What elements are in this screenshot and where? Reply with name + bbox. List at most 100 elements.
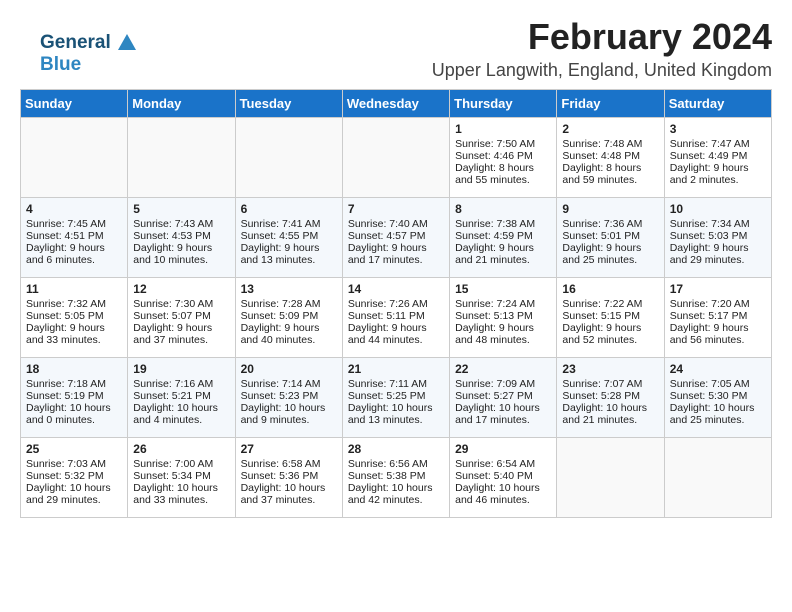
col-monday: Monday <box>128 90 235 118</box>
daylight-text: Daylight: 10 hours and 9 minutes. <box>241 402 337 426</box>
day-number: 10 <box>670 202 766 216</box>
day-number: 4 <box>26 202 122 216</box>
day-number: 24 <box>670 362 766 376</box>
day-number: 15 <box>455 282 551 296</box>
calendar-cell: 20Sunrise: 7:14 AMSunset: 5:23 PMDayligh… <box>235 358 342 438</box>
header-row: Sunday Monday Tuesday Wednesday Thursday… <box>21 90 772 118</box>
daylight-text: Daylight: 10 hours and 17 minutes. <box>455 402 551 426</box>
calendar-cell <box>21 118 128 198</box>
day-number: 16 <box>562 282 658 296</box>
sunset-text: Sunset: 5:27 PM <box>455 390 551 402</box>
calendar-cell: 27Sunrise: 6:58 AMSunset: 5:36 PMDayligh… <box>235 438 342 518</box>
sunset-text: Sunset: 5:01 PM <box>562 230 658 242</box>
sunset-text: Sunset: 5:17 PM <box>670 310 766 322</box>
sunset-text: Sunset: 5:15 PM <box>562 310 658 322</box>
day-number: 27 <box>241 442 337 456</box>
day-number: 3 <box>670 122 766 136</box>
sunset-text: Sunset: 4:53 PM <box>133 230 229 242</box>
daylight-text: Daylight: 9 hours and 44 minutes. <box>348 322 444 346</box>
daylight-text: Daylight: 8 hours and 59 minutes. <box>562 162 658 186</box>
day-number: 9 <box>562 202 658 216</box>
daylight-text: Daylight: 10 hours and 21 minutes. <box>562 402 658 426</box>
sunrise-text: Sunrise: 7:41 AM <box>241 218 337 230</box>
calendar-cell: 14Sunrise: 7:26 AMSunset: 5:11 PMDayligh… <box>342 278 449 358</box>
calendar-body: 1Sunrise: 7:50 AMSunset: 4:46 PMDaylight… <box>21 118 772 518</box>
sunset-text: Sunset: 4:49 PM <box>670 150 766 162</box>
calendar-cell: 21Sunrise: 7:11 AMSunset: 5:25 PMDayligh… <box>342 358 449 438</box>
top-area: General Blue February 2024 Upper Langwit… <box>20 16 772 81</box>
calendar-cell: 16 Sunrise: 7:22 AMSunset: 5:15 PMDayligh… <box>557 278 664 358</box>
daylight-text: Daylight: 10 hours and 4 minutes. <box>133 402 229 426</box>
logo-text: General Blue <box>40 32 138 76</box>
daylight-text: Daylight: 10 hours and 29 minutes. <box>26 482 122 506</box>
calendar-week-1: 1Sunrise: 7:50 AMSunset: 4:46 PMDaylight… <box>21 118 772 198</box>
daylight-text: Daylight: 9 hours and 25 minutes. <box>562 242 658 266</box>
daylight-text: Daylight: 9 hours and 56 minutes. <box>670 322 766 346</box>
sunset-text: Sunset: 5:23 PM <box>241 390 337 402</box>
sunrise-text: Sunrise: 7:50 AM <box>455 138 551 150</box>
col-tuesday: Tuesday <box>235 90 342 118</box>
day-number: 6 <box>241 202 337 216</box>
sunset-text: Sunset: 5:36 PM <box>241 470 337 482</box>
sunrise-text: Sunrise: 7:24 AM <box>455 298 551 310</box>
col-thursday: Thursday <box>450 90 557 118</box>
calendar-cell <box>128 118 235 198</box>
sunrise-text: Sunrise: 7:03 AM <box>26 458 122 470</box>
day-number: 29 <box>455 442 551 456</box>
calendar-week-3: 11Sunrise: 7:32 AMSunset: 5:05 PMDayligh… <box>21 278 772 358</box>
calendar-cell: 29Sunrise: 6:54 AMSunset: 5:40 PMDayligh… <box>450 438 557 518</box>
daylight-text: Daylight: 8 hours and 55 minutes. <box>455 162 551 186</box>
day-number: 22 <box>455 362 551 376</box>
sunrise-text: Sunrise: 7:28 AM <box>241 298 337 310</box>
calendar-cell: 4Sunrise: 7:45 AMSunset: 4:51 PMDaylight… <box>21 198 128 278</box>
calendar-cell: 7Sunrise: 7:40 AMSunset: 4:57 PMDaylight… <box>342 198 449 278</box>
calendar-cell <box>557 438 664 518</box>
calendar-cell: 28Sunrise: 6:56 AMSunset: 5:38 PMDayligh… <box>342 438 449 518</box>
sunrise-text: Sunrise: 7:14 AM <box>241 378 337 390</box>
sunrise-text: Sunrise: 7:47 AM <box>670 138 766 150</box>
col-wednesday: Wednesday <box>342 90 449 118</box>
sunrise-text: Sunrise: 7:18 AM <box>26 378 122 390</box>
logo: General Blue <box>40 32 138 76</box>
calendar-week-4: 18Sunrise: 7:18 AMSunset: 5:19 PMDayligh… <box>21 358 772 438</box>
sunrise-text: Sunrise: 7:11 AM <box>348 378 444 390</box>
sunset-text: Sunset: 5:03 PM <box>670 230 766 242</box>
calendar-cell: 6Sunrise: 7:41 AMSunset: 4:55 PMDaylight… <box>235 198 342 278</box>
sunset-text: Sunset: 5:32 PM <box>26 470 122 482</box>
daylight-text: Daylight: 9 hours and 29 minutes. <box>670 242 766 266</box>
sunrise-text: Sunrise: 6:56 AM <box>348 458 444 470</box>
daylight-text: Daylight: 9 hours and 52 minutes. <box>562 322 658 346</box>
sunset-text: Sunset: 5:11 PM <box>348 310 444 322</box>
daylight-text: Daylight: 10 hours and 42 minutes. <box>348 482 444 506</box>
calendar-cell <box>235 118 342 198</box>
sunset-text: Sunset: 4:55 PM <box>241 230 337 242</box>
day-number: 5 <box>133 202 229 216</box>
calendar-table: Sunday Monday Tuesday Wednesday Thursday… <box>20 89 772 518</box>
sunset-text: Sunset: 4:59 PM <box>455 230 551 242</box>
sunrise-text: Sunrise: 7:38 AM <box>455 218 551 230</box>
day-number: 19 <box>133 362 229 376</box>
col-sunday: Sunday <box>21 90 128 118</box>
calendar-cell: 24Sunrise: 7:05 AMSunset: 5:30 PMDayligh… <box>664 358 771 438</box>
day-number: 2 <box>562 122 658 136</box>
sunrise-text: Sunrise: 7:48 AM <box>562 138 658 150</box>
sunset-text: Sunset: 5:34 PM <box>133 470 229 482</box>
calendar-cell: 19Sunrise: 7:16 AMSunset: 5:21 PMDayligh… <box>128 358 235 438</box>
daylight-text: Daylight: 9 hours and 21 minutes. <box>455 242 551 266</box>
daylight-text: Daylight: 9 hours and 33 minutes. <box>26 322 122 346</box>
calendar-cell: 18Sunrise: 7:18 AMSunset: 5:19 PMDayligh… <box>21 358 128 438</box>
sunrise-text: Sunrise: 7:30 AM <box>133 298 229 310</box>
day-number: 7 <box>348 202 444 216</box>
day-number: 1 <box>455 122 551 136</box>
calendar-week-5: 25Sunrise: 7:03 AMSunset: 5:32 PMDayligh… <box>21 438 772 518</box>
sunrise-text: Sunrise: 7:22 AM <box>562 298 658 310</box>
sunrise-text: Sunrise: 7:34 AM <box>670 218 766 230</box>
sunrise-text: Sunrise: 7:43 AM <box>133 218 229 230</box>
daylight-text: Daylight: 10 hours and 0 minutes. <box>26 402 122 426</box>
sunrise-text: Sunrise: 7:36 AM <box>562 218 658 230</box>
daylight-text: Daylight: 9 hours and 2 minutes. <box>670 162 766 186</box>
col-saturday: Saturday <box>664 90 771 118</box>
day-number: 8 <box>455 202 551 216</box>
sunrise-text: Sunrise: 7:05 AM <box>670 378 766 390</box>
day-number: 12 <box>133 282 229 296</box>
